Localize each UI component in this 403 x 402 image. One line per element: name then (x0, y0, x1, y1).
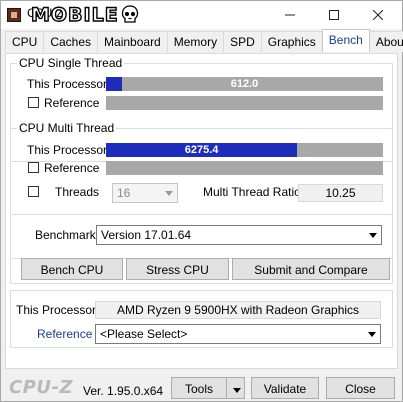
cpuz-window: CPU-Z MOBILE CPU Caches Mainboard Memory… (0, 0, 403, 402)
multi-reference-label: Reference (44, 161, 100, 175)
tab-graphics[interactable]: Graphics (260, 31, 323, 52)
tab-spd[interactable]: SPD (223, 31, 262, 52)
tools-button[interactable]: Tools (171, 377, 227, 399)
reference-processor-select[interactable]: <Please Select> (95, 324, 381, 344)
close-button[interactable]: Close (326, 377, 395, 399)
skull-icon (121, 5, 138, 23)
close-icon (373, 10, 383, 20)
threads-checkbox[interactable] (28, 186, 39, 197)
multi-thread-score: 6275.4 (184, 144, 219, 156)
version-label: Ver. 1.95.0.x64 (83, 384, 164, 398)
info-this-processor-label: This Processor (16, 303, 97, 317)
chevron-down-icon (363, 325, 380, 343)
tab-caches[interactable]: Caches (43, 31, 99, 52)
chevron-down-icon (160, 184, 177, 202)
bench-cpu-button[interactable]: Bench CPU (21, 258, 123, 280)
maximize-button[interactable] (312, 1, 356, 29)
tab-about[interactable]: About (368, 31, 403, 52)
watermark-text: MOBILE (30, 3, 119, 26)
threads-value: 16 (117, 186, 131, 200)
single-this-processor-label: This Processor (27, 77, 108, 91)
tab-mainboard[interactable]: Mainboard (97, 31, 168, 52)
threads-label: Threads (55, 185, 100, 199)
benchmark-version-value: Version 17.01.64 (101, 228, 192, 242)
validate-button[interactable]: Validate (251, 377, 319, 399)
chevron-down-icon (364, 226, 381, 244)
submit-compare-button[interactable]: Submit and Compare (232, 258, 390, 280)
reference-link-label[interactable]: Reference (37, 327, 92, 341)
title-bar: CPU-Z MOBILE (1, 1, 402, 29)
threads-select[interactable]: 16 (112, 183, 178, 203)
multi-thread-reference-bar (106, 161, 383, 175)
close-window-button[interactable] (356, 1, 400, 29)
minimize-button[interactable] (268, 1, 312, 29)
processor-name-field: AMD Ryzen 9 5900HX with Radeon Graphics (95, 301, 381, 319)
single-thread-title: CPU Single Thread (17, 56, 125, 70)
ratio-value-field: 10.25 (298, 184, 383, 202)
ratio-label: Multi Thread Ratio (203, 185, 301, 199)
bench-panel: CPU Single Thread This Processor 612.0 R… (5, 53, 398, 369)
tab-memory[interactable]: Memory (166, 31, 225, 52)
benchmark-group: Benchmark Version 17.01.64 Bench CPU Str… (10, 214, 393, 284)
single-thread-score: 612.0 (230, 78, 259, 90)
benchmark-version-select[interactable]: Version 17.01.64 (96, 225, 382, 245)
single-reference-label: Reference (44, 96, 100, 110)
mobile-watermark: MOBILE (30, 3, 139, 27)
multi-this-processor-label: This Processor (27, 143, 108, 157)
benchmark-label: Benchmark (35, 228, 96, 242)
tab-bench[interactable]: Bench (321, 29, 370, 52)
multi-thread-score-bar: 6275.4 (106, 143, 383, 157)
multi-reference-checkbox[interactable] (28, 162, 39, 173)
multi-thread-title: CPU Multi Thread (17, 121, 117, 135)
maximize-icon (329, 10, 339, 20)
chevron-down-icon (233, 388, 241, 393)
tab-cpu[interactable]: CPU (5, 31, 45, 52)
stress-cpu-button[interactable]: Stress CPU (126, 258, 229, 280)
cpuz-logo: CPU-Z (9, 377, 74, 398)
single-thread-reference-bar (106, 96, 383, 110)
tools-dropdown-button[interactable] (226, 377, 245, 399)
processor-info-group: This Processor AMD Ryzen 9 5900HX with R… (10, 290, 393, 348)
tab-bar: CPU Caches Mainboard Memory SPD Graphics… (5, 29, 403, 53)
single-reference-checkbox[interactable] (28, 97, 39, 108)
cpuz-app-icon (7, 8, 21, 22)
reference-placeholder: <Please Select> (100, 327, 188, 341)
minimize-icon (285, 14, 295, 16)
single-thread-score-bar: 612.0 (106, 77, 383, 91)
